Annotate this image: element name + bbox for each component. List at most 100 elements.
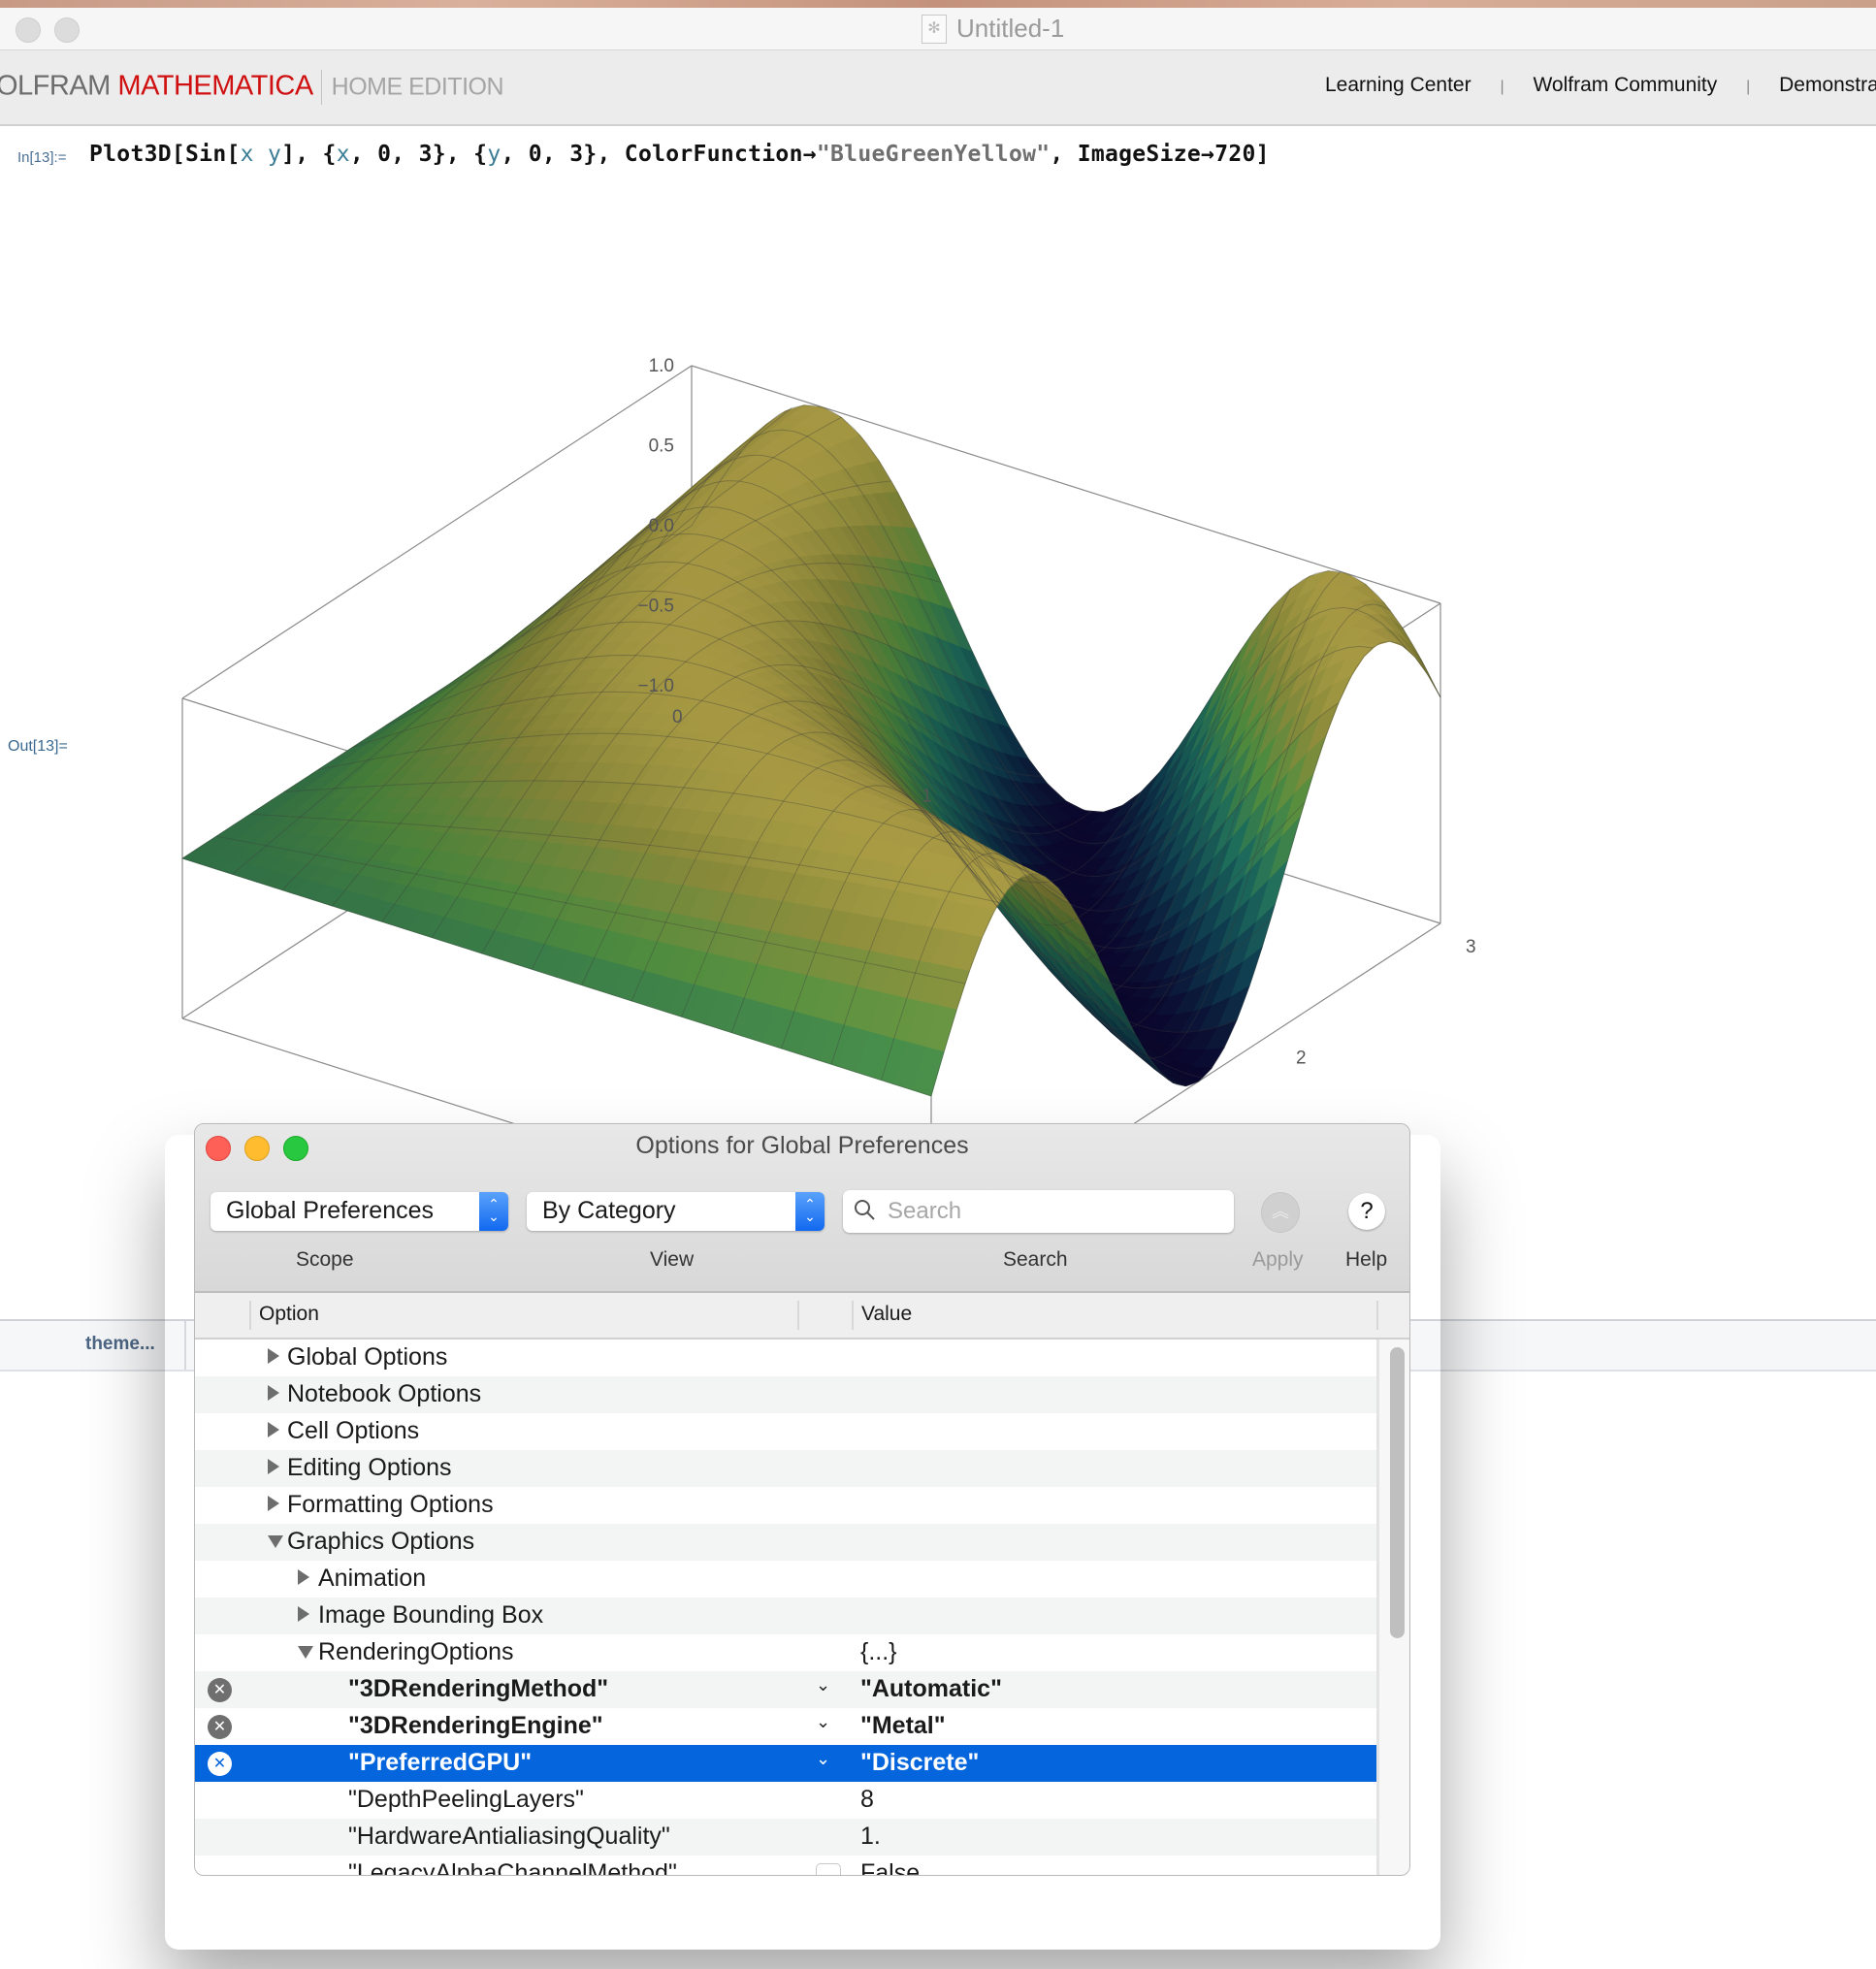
rule-arrow: → [1201, 142, 1215, 167]
option-value: {...} [860, 1638, 897, 1665]
notebook-banner: OLFRAM MATHEMATICA HOME EDITION Learning … [0, 50, 1876, 126]
minimize-window-button[interactable] [54, 17, 80, 43]
z-tick-label: −0.5 [637, 597, 674, 617]
option-checkbox[interactable] [816, 1863, 841, 1875]
code-token: ], { [281, 142, 337, 167]
disclosure-triangle-right-icon[interactable] [268, 1385, 279, 1401]
reset-option-icon[interactable]: ✕ [208, 1752, 232, 1776]
dialog-toolbar: Options for Global Preferences Global Pr… [195, 1124, 1409, 1293]
code-variable: y [267, 142, 282, 167]
rule-arrow: → [802, 142, 817, 167]
brand-prefix: OLFRAM [0, 70, 111, 102]
disclosure-triangle-down-icon[interactable] [268, 1535, 283, 1548]
link-separator: | [1500, 79, 1504, 95]
theme-button[interactable]: theme... [85, 1334, 155, 1355]
chevron-down-icon[interactable]: ⌄ [816, 1675, 830, 1695]
option-row[interactable]: Image Bounding Box [195, 1598, 1376, 1634]
disclosure-triangle-right-icon[interactable] [268, 1348, 279, 1364]
disclosure-triangle-right-icon[interactable] [298, 1606, 309, 1622]
option-name: RenderingOptions [318, 1638, 514, 1665]
option-row[interactable]: "HardwareAntialiasingQuality" 1. [195, 1819, 1376, 1856]
option-value: 1. [860, 1823, 881, 1850]
option-value[interactable]: "Metal" [860, 1712, 946, 1740]
chevron-down-icon[interactable]: ⌄ [816, 1749, 830, 1769]
disclosure-triangle-right-icon[interactable] [298, 1569, 309, 1585]
option-name: Cell Options [287, 1417, 420, 1444]
popup-stepper-icon: ⌃ ⌄ [479, 1192, 508, 1231]
option-row[interactable]: Notebook Options [195, 1376, 1376, 1413]
options-tree: Global Options Notebook Options Cell Optio… [195, 1340, 1376, 1875]
brand-logo: OLFRAM MATHEMATICA HOME EDITION [0, 70, 504, 105]
option-row[interactable]: Graphics Options [195, 1524, 1376, 1561]
reset-option-icon[interactable]: ✕ [208, 1678, 232, 1702]
scope-popup[interactable]: Global Preferences ⌃ ⌄ [210, 1192, 508, 1231]
view-popup-value: By Category [542, 1197, 676, 1224]
code-string: "BlueGreenYellow" [816, 142, 1051, 167]
close-window-button[interactable] [16, 17, 41, 43]
option-value[interactable]: "Automatic" [860, 1675, 1002, 1703]
column-header-value[interactable]: Value [861, 1303, 912, 1326]
option-name: Graphics Options [287, 1528, 475, 1555]
code-variable: x [336, 142, 350, 167]
x-tick-label: 0 [672, 707, 683, 727]
x-tick-label: 1 [922, 787, 932, 807]
option-row[interactable]: ✕ "PreferredGPU" ⌄ "Discrete" [195, 1745, 1376, 1782]
option-row[interactable]: "DepthPeelingLayers" 8 [195, 1782, 1376, 1819]
disclosure-triangle-right-icon[interactable] [268, 1459, 279, 1474]
disclosure-triangle-right-icon[interactable] [268, 1496, 279, 1511]
disclosure-triangle-right-icon[interactable] [268, 1422, 279, 1437]
option-name: Editing Options [287, 1454, 452, 1481]
apply-button[interactable]: ︽ [1261, 1192, 1300, 1233]
link-learning-center[interactable]: Learning Center [1325, 74, 1472, 96]
help-button[interactable]: ? [1348, 1193, 1385, 1230]
option-row[interactable]: Global Options [195, 1340, 1376, 1376]
plot3d-surface[interactable]: 1.00.50.0−0.5−1.001123 [0, 175, 1552, 1135]
brand-product: MATHEMATICA [117, 70, 313, 102]
column-divider [1376, 1301, 1378, 1330]
column-divider [852, 1301, 854, 1330]
option-value[interactable]: "Discrete" [860, 1749, 979, 1777]
y-tick-label: 3 [1466, 937, 1476, 957]
brand-edition: HOME EDITION [331, 73, 504, 101]
option-row[interactable]: Editing Options [195, 1450, 1376, 1487]
chevron-down-icon[interactable]: ⌄ [816, 1712, 830, 1732]
option-row[interactable]: "LegacyAlphaChannelMethod" False [195, 1856, 1376, 1875]
disclosure-triangle-down-icon[interactable] [298, 1646, 313, 1659]
view-popup[interactable]: By Category ⌃ ⌄ [527, 1192, 825, 1231]
option-row[interactable]: ✕ "3DRenderingMethod" ⌄ "Automatic" [195, 1671, 1376, 1708]
option-row[interactable]: Cell Options [195, 1413, 1376, 1450]
z-tick-label: 0.5 [649, 436, 674, 457]
window-title-text: Untitled-1 [956, 14, 1065, 43]
option-name: Notebook Options [287, 1380, 482, 1407]
z-tick-label: −1.0 [637, 676, 674, 696]
search-field[interactable]: Search [843, 1190, 1234, 1233]
z-tick-label: 0.0 [649, 516, 674, 536]
question-mark-icon: ? [1360, 1198, 1374, 1224]
option-row[interactable]: ✕ "3DRenderingEngine" ⌄ "Metal" [195, 1708, 1376, 1745]
option-name: "PreferredGPU" [348, 1749, 533, 1776]
link-demonstrations[interactable]: Demonstra [1779, 74, 1876, 96]
scrollbar[interactable] [1378, 1340, 1409, 1875]
option-row[interactable]: RenderingOptions {...} [195, 1634, 1376, 1671]
z-tick-label: 1.0 [649, 356, 674, 376]
column-header-option[interactable]: Option [259, 1303, 319, 1326]
scrollbar-thumb[interactable] [1390, 1347, 1405, 1638]
link-wolfram-community[interactable]: Wolfram Community [1533, 74, 1717, 96]
code-variable: x [240, 142, 254, 167]
search-placeholder: Search [888, 1198, 962, 1224]
option-row[interactable]: Formatting Options [195, 1487, 1376, 1524]
option-name: "HardwareAntialiasingQuality" [348, 1823, 670, 1850]
search-icon [855, 1200, 875, 1220]
option-inspector-dialog: Options for Global Preferences Global Pr… [194, 1123, 1410, 1876]
dialog-title: Options for Global Preferences [635, 1132, 969, 1159]
option-name: Formatting Options [287, 1491, 494, 1518]
reset-option-icon[interactable]: ✕ [208, 1715, 232, 1739]
code-token: , ImageSize [1050, 142, 1202, 167]
y-tick-label: 2 [1296, 1048, 1307, 1068]
banner-links: Learning Center | Wolfram Community | De… [1325, 74, 1876, 97]
scope-label: Scope [296, 1248, 354, 1271]
double-chevron-up-icon: ︽ [1272, 1202, 1289, 1221]
input-cell-label: In[13]:= [17, 149, 67, 166]
input-cell-code[interactable]: Plot3D[Sin[x y], {x, 0, 3}, {y, 0, 3}, C… [89, 142, 1270, 167]
option-row[interactable]: Animation [195, 1561, 1376, 1598]
